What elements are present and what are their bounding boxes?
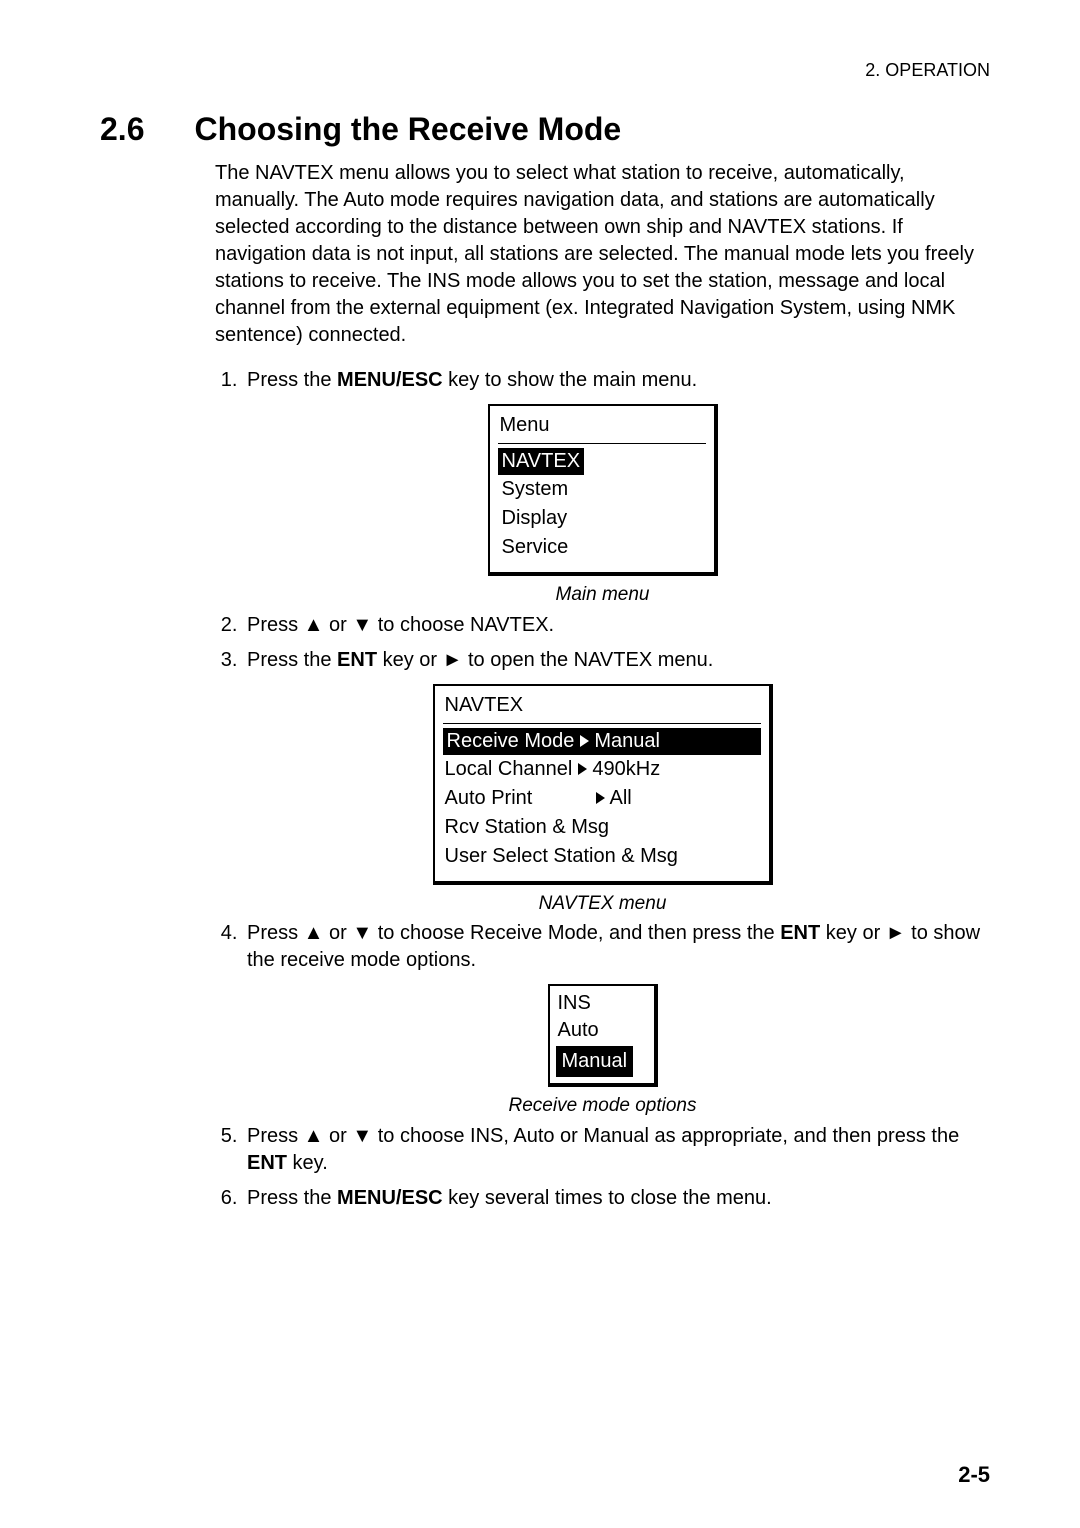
step-list: Press ▲ or ▼ to choose Receive Mode, and… bbox=[215, 920, 990, 974]
key-name: MENU/ESC bbox=[337, 1187, 443, 1209]
menu-item: NAVTEX bbox=[498, 448, 706, 475]
menu-row: User Select Station & Msg bbox=[443, 842, 761, 871]
menu-item: System bbox=[498, 475, 706, 504]
text: Press the bbox=[247, 1187, 337, 1209]
figure-caption: Receive mode options bbox=[509, 1093, 697, 1119]
navtex-menu-box: NAVTEX Receive Mode Manual Local Channel… bbox=[433, 684, 773, 885]
row-value: All bbox=[610, 785, 632, 812]
text: key several times to close the menu. bbox=[443, 1187, 772, 1209]
navtex-menu-figure: NAVTEX Receive Mode Manual Local Channel… bbox=[215, 684, 990, 917]
options-figure: INS Auto Manual Receive mode options bbox=[215, 984, 990, 1119]
option-item-selected: Manual bbox=[558, 1048, 632, 1075]
main-menu-figure: Menu NAVTEX System Display Service Main … bbox=[215, 404, 990, 608]
body: The NAVTEX menu allows you to select wha… bbox=[215, 160, 990, 1212]
step-6: Press the MENU/ESC key several times to … bbox=[243, 1185, 990, 1212]
row-label: Rcv Station & Msg bbox=[445, 814, 610, 841]
triangle-right-icon bbox=[596, 792, 605, 804]
row-label: Receive Mode bbox=[447, 728, 575, 755]
section-title: Choosing the Receive Mode bbox=[194, 111, 621, 148]
row-label: User Select Station & Msg bbox=[445, 843, 678, 870]
key-name: MENU/ESC bbox=[337, 369, 443, 391]
row-label: Auto Print bbox=[445, 785, 590, 812]
menu-title: Menu bbox=[498, 410, 706, 444]
row-label: Local Channel bbox=[445, 756, 573, 783]
key-name: ENT bbox=[337, 649, 377, 671]
step-5: Press ▲ or ▼ to choose INS, Auto or Manu… bbox=[243, 1123, 990, 1177]
text: key. bbox=[287, 1152, 328, 1174]
row-value: Manual bbox=[594, 728, 660, 755]
step-3: Press the ENT key or ► to open the NAVTE… bbox=[243, 647, 990, 674]
menu-row: Local Channel 490kHz bbox=[443, 755, 761, 784]
running-header: 2. OPERATION bbox=[90, 60, 990, 81]
menu-row: Auto Print All bbox=[443, 784, 761, 813]
option-item: Auto bbox=[556, 1017, 648, 1044]
key-name: ENT bbox=[247, 1152, 287, 1174]
figure-caption: Main menu bbox=[556, 582, 650, 608]
option-item-selected-frame: Manual bbox=[556, 1046, 634, 1077]
options-box: INS Auto Manual bbox=[548, 984, 658, 1087]
page: 2. OPERATION 2.6 Choosing the Receive Mo… bbox=[0, 0, 1080, 1528]
option-item: INS bbox=[556, 990, 648, 1017]
menu-item: Display bbox=[498, 504, 706, 533]
triangle-right-icon bbox=[578, 763, 587, 775]
step-list: Press ▲ or ▼ to choose INS, Auto or Manu… bbox=[215, 1123, 990, 1212]
key-name: ENT bbox=[780, 922, 820, 944]
menu-item-selected: NAVTEX bbox=[498, 448, 585, 475]
figure-caption: NAVTEX menu bbox=[539, 891, 667, 917]
menu-item: Service bbox=[498, 533, 706, 562]
text: Press ▲ or ▼ to choose Receive Mode, and… bbox=[247, 922, 780, 944]
step-1: Press the MENU/ESC key to show the main … bbox=[243, 367, 990, 394]
section-heading: 2.6 Choosing the Receive Mode bbox=[100, 111, 990, 148]
intro-paragraph: The NAVTEX menu allows you to select wha… bbox=[215, 160, 990, 349]
menu-row-selected: Receive Mode Manual bbox=[443, 728, 761, 755]
step-4: Press ▲ or ▼ to choose Receive Mode, and… bbox=[243, 920, 990, 974]
row-value: 490kHz bbox=[592, 756, 660, 783]
text: Press the bbox=[247, 649, 337, 671]
menu-row: Rcv Station & Msg bbox=[443, 813, 761, 842]
main-menu-box: Menu NAVTEX System Display Service bbox=[488, 404, 718, 576]
section-number: 2.6 bbox=[100, 111, 144, 148]
text: Press ▲ or ▼ to choose INS, Auto or Manu… bbox=[247, 1125, 959, 1147]
text: Press the bbox=[247, 369, 337, 391]
text: key or ► to open the NAVTEX menu. bbox=[377, 649, 713, 671]
text: key to show the main menu. bbox=[443, 369, 698, 391]
step-list: Press ▲ or ▼ to choose NAVTEX. Press the… bbox=[215, 612, 990, 674]
menu-title: NAVTEX bbox=[443, 690, 761, 724]
step-2: Press ▲ or ▼ to choose NAVTEX. bbox=[243, 612, 990, 639]
triangle-right-icon bbox=[580, 735, 589, 747]
page-number: 2-5 bbox=[958, 1462, 990, 1488]
step-list: Press the MENU/ESC key to show the main … bbox=[215, 367, 990, 394]
